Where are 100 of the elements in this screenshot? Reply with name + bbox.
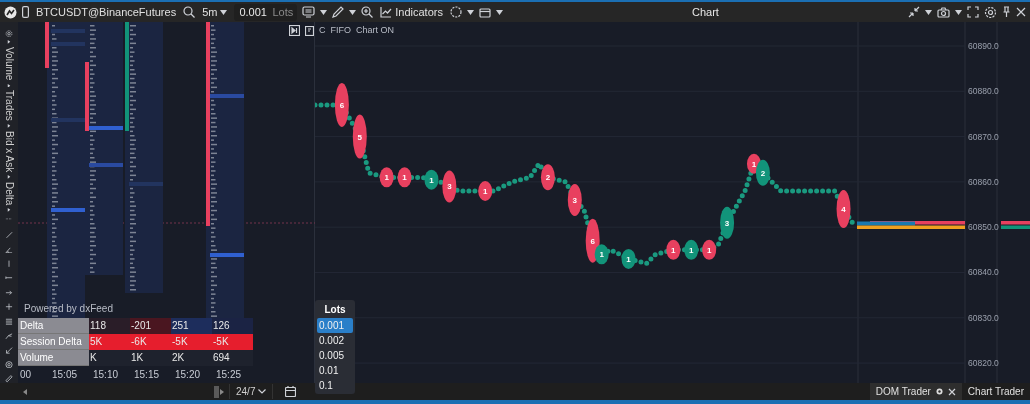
annotation: 4 bbox=[841, 205, 847, 215]
ruler-icon[interactable] bbox=[3, 375, 15, 383]
caret-icon[interactable] bbox=[220, 9, 228, 15]
crosshair-icon[interactable] bbox=[3, 303, 15, 311]
trade-bubble: 2 bbox=[755, 159, 770, 186]
fullscreen-icon[interactable] bbox=[967, 6, 979, 18]
menu-item[interactable]: 0.005 bbox=[317, 348, 353, 363]
chart-indicator-label: C bbox=[319, 24, 326, 37]
annotation: 3 bbox=[724, 218, 730, 228]
trade-bubble: 1 bbox=[397, 167, 412, 188]
chevron-down-icon bbox=[258, 389, 267, 394]
symbol-selector[interactable]: BTCUSDT@BinanceFutures bbox=[34, 3, 179, 21]
caret-icon[interactable] bbox=[495, 9, 503, 15]
chart-indicator-label: FIFO bbox=[330, 24, 351, 37]
scrollbar-thumb[interactable] bbox=[214, 385, 219, 398]
settings-icon[interactable] bbox=[3, 30, 15, 38]
annotation: 5 bbox=[357, 132, 363, 142]
trade-bubble: 3 bbox=[442, 170, 457, 203]
caret-icon[interactable] bbox=[349, 9, 357, 15]
trade-bubble: 1 bbox=[684, 239, 699, 260]
unit-label: Lots bbox=[272, 3, 298, 21]
annotation: 1 bbox=[626, 254, 632, 264]
trade-bubble: 3 bbox=[720, 206, 735, 239]
annotation: 1 bbox=[482, 186, 488, 196]
chart-indicator-label: Chart ON bbox=[356, 24, 394, 37]
caret-icon[interactable] bbox=[955, 9, 962, 15]
quantity-field[interactable]: 0.001 bbox=[234, 3, 273, 21]
settings-icon[interactable] bbox=[934, 387, 944, 396]
close-icon[interactable] bbox=[947, 387, 956, 396]
annotation: 1 bbox=[706, 245, 712, 255]
arrow-icon[interactable] bbox=[3, 288, 15, 297]
trade-bubble: 6 bbox=[334, 82, 349, 127]
annotation: 6 bbox=[339, 100, 345, 110]
menu-icon[interactable] bbox=[3, 317, 15, 326]
price-label: 60890.0 bbox=[968, 41, 999, 51]
logo-icon[interactable] bbox=[4, 5, 17, 19]
device-icon[interactable] bbox=[22, 6, 29, 18]
table-cell: 118 bbox=[89, 318, 130, 334]
monitor-icon[interactable] bbox=[302, 6, 316, 18]
zoom-in-icon[interactable] bbox=[361, 6, 374, 18]
expand-icon[interactable] bbox=[6, 124, 12, 128]
pin-icon[interactable] bbox=[1002, 6, 1011, 18]
dashed-circle-icon[interactable] bbox=[449, 6, 462, 18]
price-label: 60860.0 bbox=[968, 176, 999, 187]
close-icon[interactable] bbox=[1016, 7, 1026, 17]
trade-bubble: 1 bbox=[702, 239, 717, 260]
table-cell: -6K bbox=[130, 334, 171, 350]
scroll-left-icon[interactable] bbox=[22, 387, 28, 396]
angle-tool-icon[interactable] bbox=[3, 245, 15, 253]
camera-icon[interactable] bbox=[937, 6, 950, 18]
caret-icon[interactable] bbox=[320, 9, 328, 15]
menu-item[interactable]: 0.1 bbox=[317, 378, 353, 393]
row-label: Delta bbox=[18, 318, 89, 334]
annotation: 1 bbox=[689, 245, 695, 255]
menu-item[interactable]: 0.002 bbox=[317, 333, 353, 348]
search-icon[interactable] bbox=[183, 6, 196, 18]
fork-icon[interactable] bbox=[3, 332, 15, 340]
trade-bubble: 5 bbox=[352, 114, 367, 159]
menu-item[interactable]: 0.001 bbox=[317, 318, 353, 333]
annotation: 1 bbox=[429, 175, 435, 185]
price-label: 60870.0 bbox=[968, 131, 999, 142]
horizontal-line-icon[interactable] bbox=[3, 274, 15, 282]
table-cell: -5K bbox=[171, 334, 212, 350]
credit-text: Powered by dxFeed bbox=[24, 302, 113, 316]
expand-icon[interactable] bbox=[6, 174, 12, 179]
table-cell: -201 bbox=[130, 318, 171, 334]
panel-tab[interactable]: Volume bbox=[3, 47, 15, 81]
timeframe-dropdown[interactable]: 5m bbox=[200, 3, 230, 21]
collapse-icon[interactable] bbox=[908, 6, 920, 18]
annotation: 6 bbox=[590, 236, 596, 246]
expand-icon[interactable] bbox=[6, 83, 12, 88]
menu-item[interactable]: 0.01 bbox=[317, 363, 353, 378]
indicators-button[interactable]: Indicators bbox=[378, 3, 445, 21]
window-title: Chart bbox=[692, 5, 719, 18]
dock-tab[interactable]: Chart Trader bbox=[961, 383, 1030, 400]
panel-tab[interactable]: Bid x Ask bbox=[3, 130, 15, 172]
settings-icon[interactable] bbox=[984, 5, 997, 19]
expand-icon[interactable] bbox=[6, 40, 12, 45]
calendar-icon[interactable] bbox=[285, 386, 297, 397]
dock-tab[interactable]: DOM Trader bbox=[869, 383, 962, 400]
order-book-drawing bbox=[1001, 221, 1030, 229]
panel-tab[interactable]: Trades bbox=[3, 90, 15, 121]
time-label: 15:10 bbox=[92, 368, 120, 382]
pencil-icon[interactable] bbox=[332, 6, 345, 18]
arrow-down-left-icon[interactable] bbox=[3, 346, 15, 355]
line-tool-icon[interactable] bbox=[3, 231, 15, 239]
price-label: 60830.0 bbox=[968, 312, 999, 323]
caret-icon[interactable] bbox=[925, 9, 932, 15]
at-icon[interactable] bbox=[3, 361, 15, 369]
table-cell: -5K bbox=[212, 334, 253, 350]
document-icon[interactable] bbox=[305, 25, 314, 36]
expand-icon[interactable] bbox=[6, 207, 12, 212]
annotation: 1 bbox=[599, 250, 605, 260]
panel-tab[interactable]: Delta bbox=[3, 181, 15, 205]
session-dropdown[interactable]: 24/7 bbox=[229, 384, 274, 399]
scroll-right-icon[interactable] bbox=[219, 387, 225, 396]
table-cell: 251 bbox=[171, 318, 212, 334]
skip-end-icon[interactable] bbox=[289, 25, 300, 37]
caret-icon[interactable] bbox=[466, 9, 474, 15]
window-icon[interactable] bbox=[478, 6, 491, 18]
